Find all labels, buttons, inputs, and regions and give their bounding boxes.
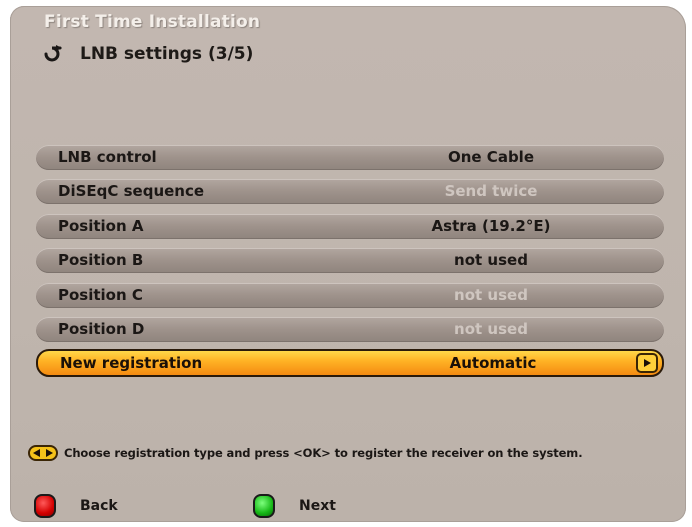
row-value: Send twice [444,182,538,201]
next-button[interactable]: Next [253,494,336,518]
row-value: Astra (19.2°E) [431,216,551,235]
menu-row-new-registration[interactable]: New registration Automatic [36,349,664,378]
row-label: DiSEqC sequence [58,182,205,201]
menu-row-position-b[interactable]: Position B not used [36,248,664,274]
row-value: not used [454,285,528,304]
row-value: not used [454,319,528,338]
row-value: Automatic [449,354,537,373]
row-label: New registration [60,354,203,373]
lnb-settings-menu: LNB control One Cable DiSEqC sequence Se… [36,145,664,387]
row-label: Position D [58,319,145,338]
green-key-icon [253,494,275,518]
help-hint: Choose registration type and press <OK> … [28,445,583,461]
menu-row-position-c[interactable]: Position C not used [36,282,664,308]
menu-row-position-d[interactable]: Position D not used [36,316,664,342]
back-button[interactable]: Back [34,494,118,518]
red-key-icon [34,494,56,518]
right-arrow-icon[interactable] [636,353,658,374]
row-value: One Cable [447,148,534,166]
section-heading: LNB settings (3/5) [42,44,253,64]
row-label: Position B [58,251,144,270]
row-label: Position A [58,216,144,235]
row-value: not used [454,251,528,270]
next-label: Next [299,498,336,514]
row-label: Position C [58,285,143,304]
left-right-arrows-icon [28,445,58,461]
hint-text: Choose registration type and press <OK> … [64,446,583,460]
back-label: Back [80,498,118,514]
menu-row-lnb-control[interactable]: LNB control One Cable [36,145,664,170]
menu-row-position-a[interactable]: Position A Astra (19.2°E) [36,213,664,239]
page-title: First Time Installation [44,12,261,32]
row-label: LNB control [58,148,157,166]
return-arrow-icon [42,45,66,63]
menu-row-diseqc-sequence[interactable]: DiSEqC sequence Send twice [36,179,664,205]
section-title: LNB settings (3/5) [80,44,254,64]
